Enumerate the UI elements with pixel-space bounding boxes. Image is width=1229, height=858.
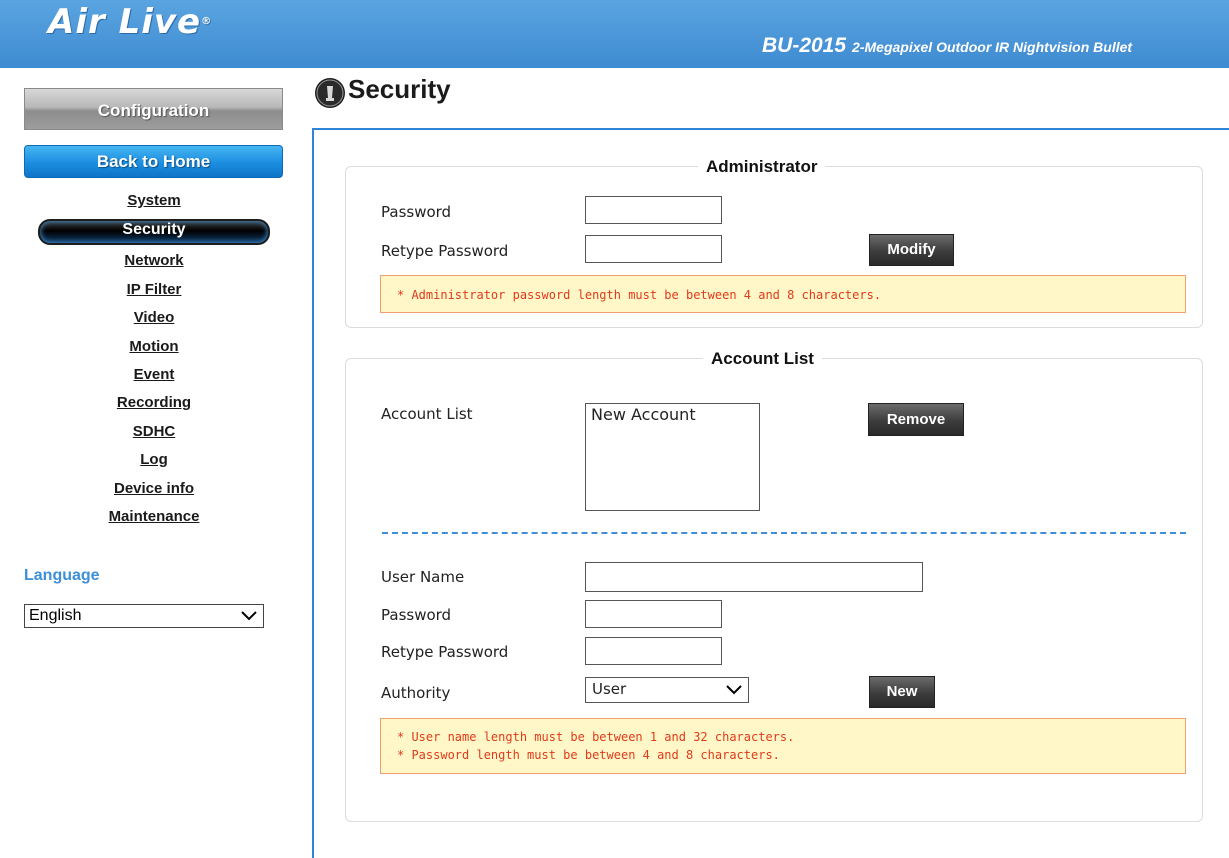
admin-password-label: Password	[381, 203, 452, 221]
admin-password-note: * Administrator password length must be …	[380, 275, 1186, 313]
user-retype-password-field[interactable]	[585, 637, 722, 665]
content-area: Administrator Password Retype Password M…	[312, 128, 1229, 858]
language-title: Language	[24, 567, 100, 584]
user-retype-password-label: Retype Password	[381, 643, 509, 661]
admin-note-text: * Administrator password length must be …	[397, 288, 882, 302]
security-icon	[315, 78, 345, 108]
language-value: English	[29, 607, 82, 624]
language-select[interactable]: English	[24, 604, 264, 628]
back-to-home-button[interactable]: Back to Home	[24, 145, 283, 178]
logo-text: Air Live	[48, 2, 202, 42]
admin-password-field[interactable]	[585, 196, 722, 224]
username-label: User Name	[381, 568, 465, 586]
chevron-down-icon	[726, 685, 742, 695]
airlive-logo: Air Live®	[48, 2, 213, 42]
username-note-text: * User name length must be between 1 and…	[397, 730, 795, 744]
account-list-label: Account List	[381, 405, 473, 423]
sidebar-item-sdhc[interactable]: SDHC	[38, 421, 270, 449]
authority-label: Authority	[381, 684, 451, 702]
page-title: Security	[348, 74, 451, 104]
sidebar-item-video[interactable]: Video	[38, 307, 270, 335]
admin-retype-password-field[interactable]	[585, 235, 722, 263]
new-button[interactable]: New	[869, 676, 935, 708]
sidebar-nav: System Security Network IP Filter Video …	[38, 190, 270, 534]
sidebar-item-maintenance[interactable]: Maintenance	[38, 506, 270, 534]
header-bar: Air Live® BU-2015 2-Megapixel Outdoor IR …	[0, 0, 1229, 68]
administrator-panel: Administrator Password Retype Password M…	[345, 157, 1203, 328]
chevron-down-icon	[241, 611, 257, 621]
account-notes: * User name length must be between 1 and…	[380, 718, 1186, 774]
sidebar-item-log[interactable]: Log	[38, 449, 270, 477]
admin-retype-password-label: Retype Password	[381, 242, 509, 260]
sidebar-item-security[interactable]: Security	[38, 219, 270, 246]
configuration-button[interactable]: Configuration	[24, 88, 283, 130]
administrator-legend: Administrator	[698, 157, 826, 177]
password-note-text: * Password length must be between 4 and …	[397, 748, 780, 762]
user-password-label: Password	[381, 606, 452, 624]
authority-value: User	[592, 680, 627, 698]
model-number: BU-2015	[762, 34, 847, 57]
user-password-field[interactable]	[585, 600, 722, 628]
account-list-panel: Account List Account List New Account Re…	[345, 349, 1203, 822]
back-to-home-label: Back to Home	[96, 152, 211, 171]
configuration-label: Configuration	[97, 101, 210, 120]
list-item[interactable]: New Account	[586, 404, 759, 425]
model-title: BU-2015 2-Megapixel Outdoor IR Nightvisio…	[762, 34, 1132, 58]
sidebar-item-motion[interactable]: Motion	[38, 336, 270, 364]
modify-button[interactable]: Modify	[869, 234, 954, 266]
sidebar-item-ip-filter[interactable]: IP Filter	[38, 279, 270, 307]
username-field[interactable]	[585, 562, 923, 592]
sidebar-item-system[interactable]: System	[38, 190, 270, 218]
sidebar-item-event[interactable]: Event	[38, 364, 270, 392]
sidebar-item-device-info[interactable]: Device info	[38, 478, 270, 506]
model-description: 2-Megapixel Outdoor IR Nightvision Bulle…	[852, 39, 1133, 55]
account-listbox[interactable]: New Account	[585, 403, 760, 511]
remove-button[interactable]: Remove	[868, 403, 964, 436]
account-list-legend: Account List	[703, 349, 822, 369]
authority-select[interactable]: User	[585, 677, 749, 703]
section-divider	[382, 532, 1186, 534]
sidebar-item-recording[interactable]: Recording	[38, 392, 270, 420]
sidebar-item-network[interactable]: Network	[38, 250, 270, 278]
